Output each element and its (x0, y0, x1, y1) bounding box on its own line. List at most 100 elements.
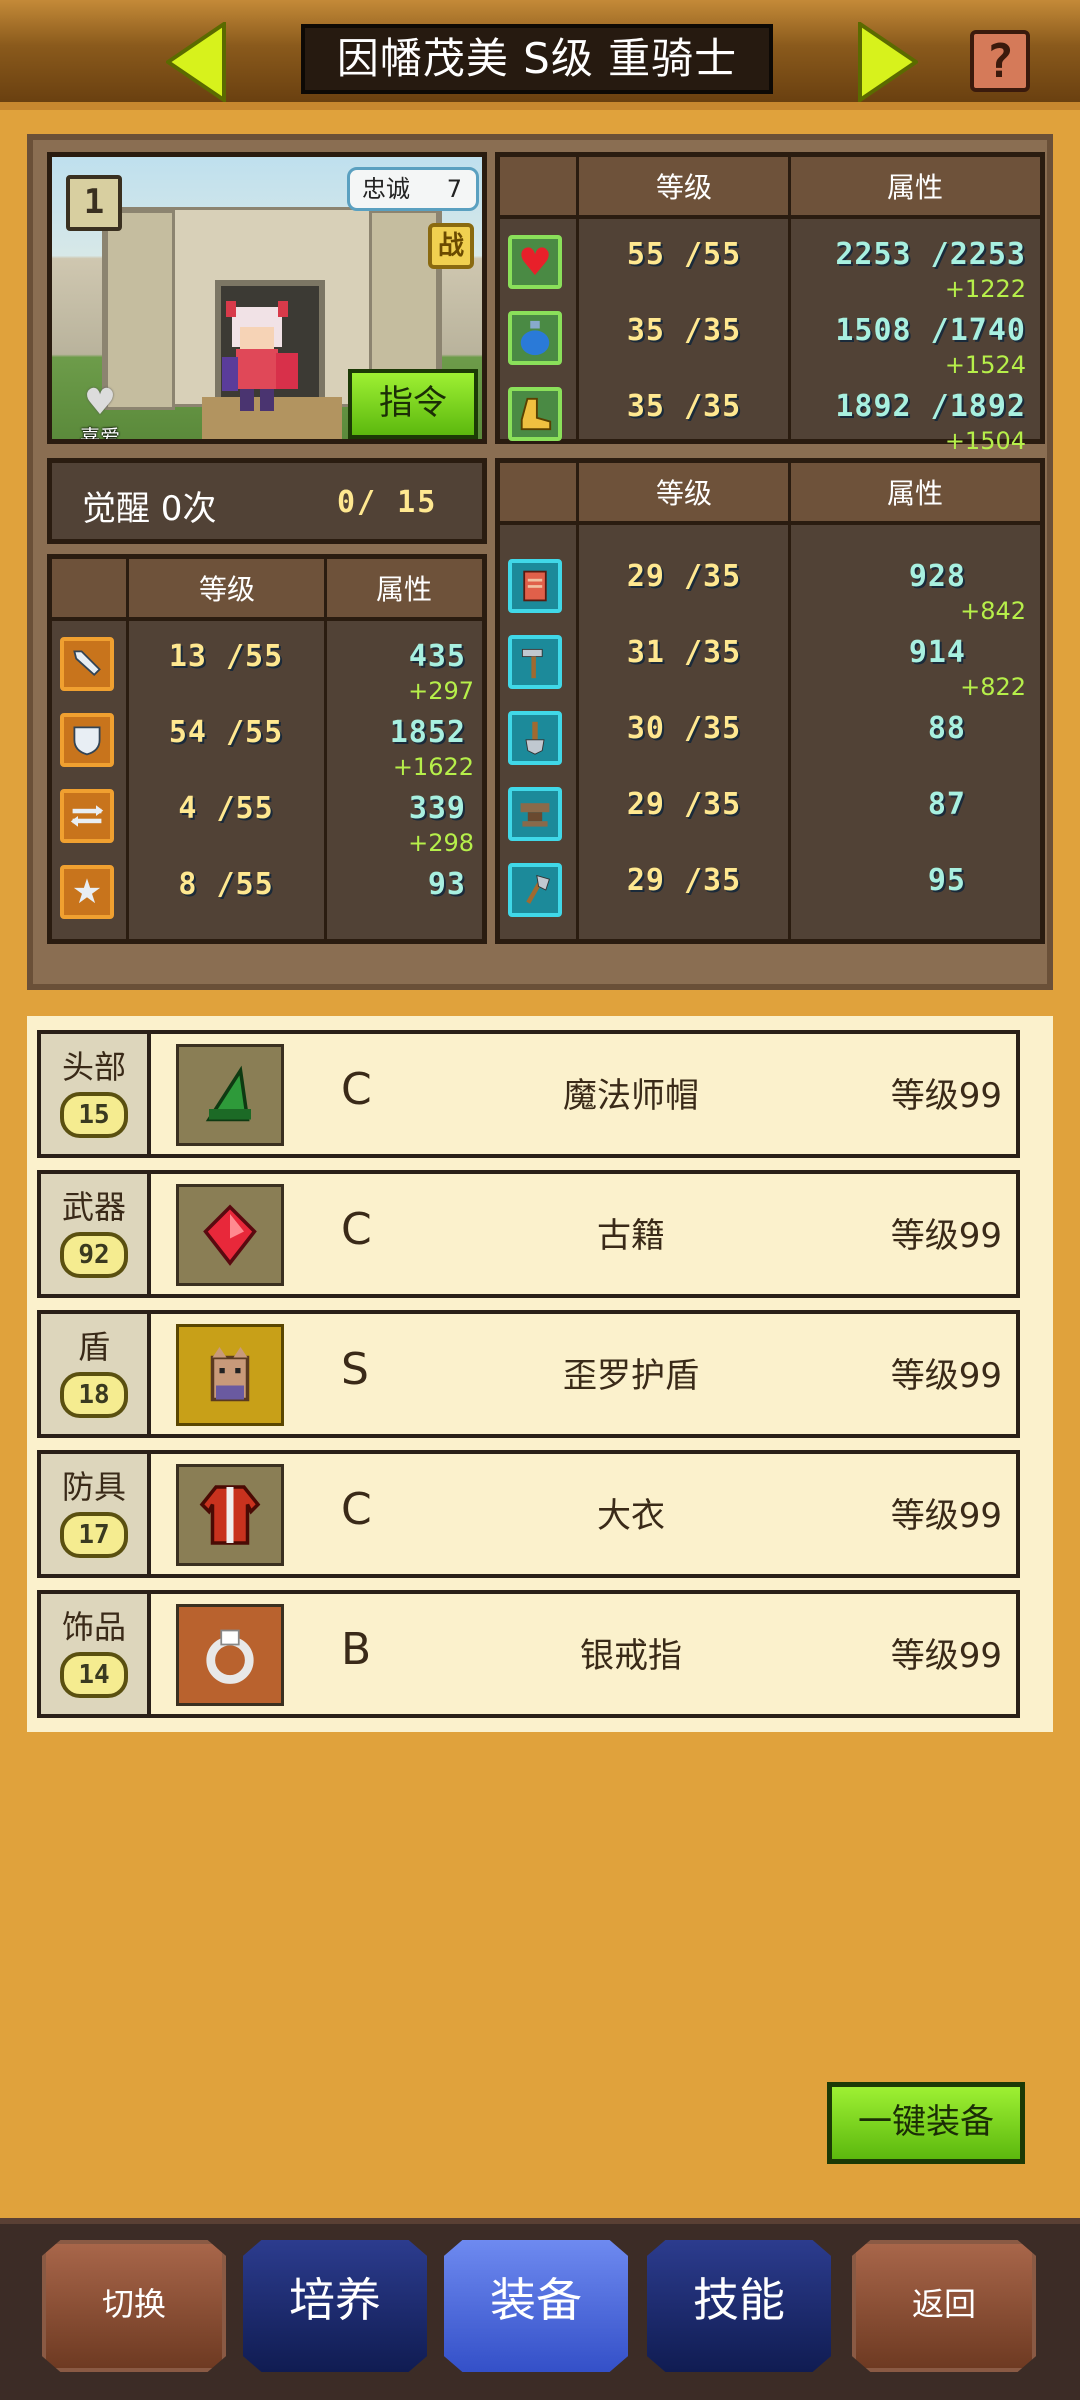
vitals-bonus: +1222 (944, 275, 1026, 303)
nav-train-button[interactable]: 培养 (243, 2240, 427, 2372)
vitals-attr: 1892 /1892 (835, 389, 1026, 424)
equip-name: 魔法师帽 (563, 1076, 699, 1116)
equipment-row-armor[interactable]: 防具 17 C 大衣 等级99 (37, 1450, 1020, 1578)
combat-level: 4 /55 (178, 791, 274, 826)
equip-slot: 盾 18 (41, 1314, 151, 1434)
bottom-nav: 切换 培养 装备 技能 返回 (0, 2218, 1080, 2400)
equipment-panel: 头部 15 C 魔法师帽 等级99 武器 92 C 古籍 等级99 盾 18 S… (27, 1016, 1053, 1732)
combat-attr-header: 属性 (326, 559, 482, 621)
stats-panel: 1 忠诚 7 战 ♥ 喜爱 指令 等级 属性 ♥ 55 /55 2253 /22… (27, 134, 1053, 990)
hat-icon (176, 1044, 284, 1146)
rank-badge: 1 (66, 175, 122, 231)
equipment-row-head[interactable]: 头部 15 C 魔法师帽 等级99 (37, 1030, 1020, 1158)
sword-icon (60, 637, 114, 691)
equip-grade: C (341, 1064, 372, 1115)
top-bar: 因幡茂美 S级 重骑士 ? (0, 0, 1080, 110)
nav-equip-button[interactable]: 装备 (444, 2240, 628, 2372)
combat-bonus: +298 (408, 829, 474, 857)
vitals-attr-header: 属性 (790, 157, 1040, 219)
battle-badge[interactable]: 战 (428, 223, 474, 269)
craft-attr: 87 (927, 787, 966, 822)
combat-attr: 339 (408, 791, 466, 826)
coat-icon (176, 1464, 284, 1566)
prev-character-arrow-icon[interactable] (164, 20, 226, 104)
equip-slot-level: 17 (60, 1512, 128, 1558)
auto-equip-button[interactable]: 一键装备 (827, 2082, 1025, 2164)
equip-slot: 饰品 14 (41, 1594, 151, 1714)
boot-icon (508, 387, 562, 441)
equip-slot-name: 盾 (77, 1328, 110, 1366)
like-button[interactable]: ♥ 喜爱 (70, 382, 130, 444)
hammer-icon (508, 635, 562, 689)
craft-row: 31 /35 914 +822 (500, 625, 1040, 701)
craft-row: 29 /35 95 (500, 853, 1040, 929)
vitals-level: 35 /35 (626, 389, 742, 424)
heart-icon: ♥ (508, 235, 562, 289)
equip-grade: C (341, 1484, 372, 1535)
help-question-icon[interactable]: ? (970, 30, 1030, 92)
combat-level-header: 等级 (128, 559, 326, 621)
craft-attr: 95 (927, 863, 966, 898)
vitals-bonus: +1504 (944, 427, 1026, 455)
heart-icon: ♥ (83, 382, 117, 423)
loyalty-badge: 忠诚 7 (347, 167, 479, 211)
equip-slot: 武器 92 (41, 1174, 151, 1294)
nav-back-button[interactable]: 返回 (852, 2240, 1036, 2372)
awaken-bar: 觉醒 0次 0/ 15 (47, 458, 487, 544)
anvil-icon (508, 787, 562, 841)
combat-level: 54 /55 (168, 715, 284, 750)
combat-level: 8 /55 (178, 867, 274, 902)
shovel-icon (508, 711, 562, 765)
vitals-level: 35 /35 (626, 313, 742, 348)
knight-sprite-icon (212, 297, 302, 417)
craft-attr: 88 (927, 711, 966, 746)
equip-level: 等级99 (890, 1356, 1002, 1396)
craft-level: 31 /35 (626, 635, 742, 670)
arrows-icon (60, 789, 114, 843)
craft-bonus: +842 (960, 597, 1026, 625)
combat-level: 13 /55 (168, 639, 284, 674)
cat-shield-icon (176, 1324, 284, 1426)
equipment-row-accessory[interactable]: 饰品 14 B 银戒指 等级99 (37, 1590, 1020, 1718)
vitals-attr: 1508 /1740 (835, 313, 1026, 348)
equip-level: 等级99 (890, 1636, 1002, 1676)
equip-name: 古籍 (597, 1216, 665, 1256)
shield-icon (60, 713, 114, 767)
craft-level: 29 /35 (626, 863, 742, 898)
craft-bonus: +822 (960, 673, 1026, 701)
craft-level: 30 /35 (626, 711, 742, 746)
combat-stats-table: 等级 属性 13 /55 435 +297 54 /55 1852 +1622 … (47, 554, 487, 944)
vitals-row: 35 /35 1508 /1740 +1524 (500, 301, 1040, 379)
vitals-level: 55 /55 (626, 237, 742, 272)
combat-attr: 1852 (389, 715, 466, 750)
ring-icon (176, 1604, 284, 1706)
like-label: 喜爱 (80, 425, 120, 444)
combat-row: 13 /55 435 +297 (52, 627, 482, 705)
equip-level: 等级99 (890, 1216, 1002, 1256)
nav-switch-button[interactable]: 切换 (42, 2240, 226, 2372)
equipment-row-weapon[interactable]: 武器 92 C 古籍 等级99 (37, 1170, 1020, 1298)
vitals-row: ♥ 55 /55 2253 /2253 +1222 (500, 225, 1040, 303)
craft-level: 29 /35 (626, 787, 742, 822)
equip-level: 等级99 (890, 1496, 1002, 1536)
command-button[interactable]: 指令 (348, 369, 478, 439)
equip-slot-level: 15 (60, 1092, 128, 1138)
book-icon (508, 559, 562, 613)
character-portrait: 1 忠诚 7 战 ♥ 喜爱 指令 (47, 152, 487, 444)
combat-bonus: +1622 (392, 753, 474, 781)
potion-icon (508, 311, 562, 365)
nav-skills-button[interactable]: 技能 (647, 2240, 831, 2372)
equip-name: 银戒指 (580, 1636, 682, 1676)
equip-slot-name: 武器 (61, 1188, 126, 1226)
craft-attr: 914 (908, 635, 966, 670)
next-character-arrow-icon[interactable] (858, 20, 920, 104)
vitals-row: 35 /35 1892 /1892 +1504 (500, 377, 1040, 455)
combat-row: 4 /55 339 +298 (52, 779, 482, 857)
equip-slot-name: 头部 (61, 1048, 126, 1086)
equip-slot-level: 18 (60, 1372, 128, 1418)
equipment-row-shield[interactable]: 盾 18 S 歪罗护盾 等级99 (37, 1310, 1020, 1438)
craft-level-header: 等级 (578, 463, 790, 525)
combat-bonus: +297 (408, 677, 474, 705)
equip-slot-level: 14 (60, 1652, 128, 1698)
equip-name: 歪罗护盾 (563, 1356, 699, 1396)
